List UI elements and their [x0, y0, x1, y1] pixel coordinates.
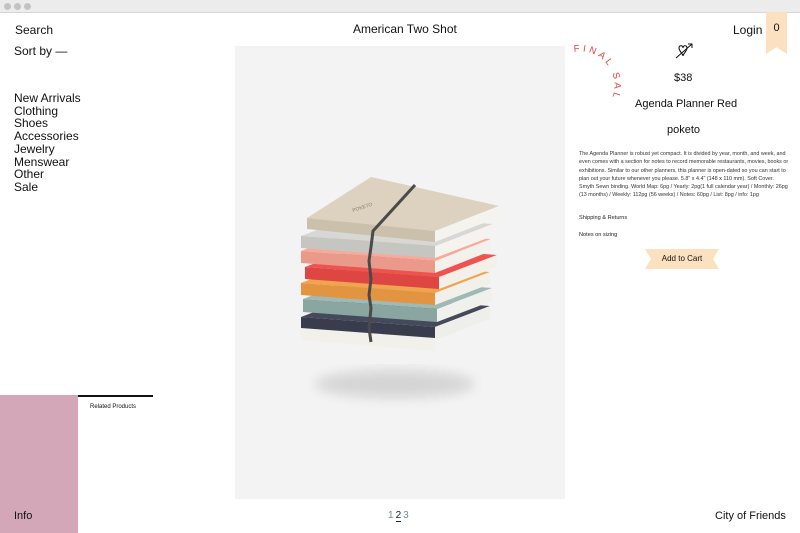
sizing-notes-link[interactable]: Notes on sizing	[579, 232, 617, 238]
close-window-dot[interactable]	[4, 3, 11, 10]
menu-item-accessories[interactable]: Accessories	[14, 130, 81, 143]
product-name: Agenda Planner Red	[635, 98, 738, 110]
category-menu: New Arrivals Clothing Shoes Accessories …	[14, 92, 81, 194]
product-description: The Agenda Planner is robust yet compact…	[579, 151, 789, 199]
menu-item-new-arrivals[interactable]: New Arrivals	[14, 92, 81, 105]
menu-item-sale[interactable]: Sale	[14, 181, 81, 194]
pagination: 123	[388, 510, 411, 522]
city-of-friends-link[interactable]: City of Friends	[715, 510, 786, 522]
zoom-window-dot[interactable]	[24, 3, 31, 10]
cart-count-badge[interactable]: 0	[766, 12, 787, 54]
final-sale-badge: FINAL SALE	[564, 40, 623, 102]
minimize-window-dot[interactable]	[14, 3, 21, 10]
window-titlebar	[0, 0, 800, 13]
sort-by-control[interactable]: Sort by —	[14, 44, 67, 58]
brand-title[interactable]: American Two Shot	[353, 22, 457, 36]
shipping-returns-link[interactable]: Shipping & Returns	[579, 215, 627, 221]
related-products-heading: Related Products	[90, 404, 137, 410]
wishlist-heart-arrow-icon[interactable]	[674, 42, 694, 60]
info-link[interactable]: Info	[14, 510, 32, 522]
planner-stack-illustration: POKETO	[301, 177, 499, 398]
page-3-link[interactable]: 3	[403, 510, 409, 521]
page-1-link[interactable]: 1	[388, 510, 394, 521]
add-to-cart-button[interactable]: Add to Cart	[645, 249, 719, 269]
page-2-link[interactable]: 2	[395, 510, 402, 522]
search-link[interactable]: Search	[15, 23, 53, 37]
svg-text:FINAL SALE: FINAL SALE	[564, 40, 623, 102]
info-panel[interactable]	[0, 395, 78, 533]
product-price: $38	[674, 72, 693, 84]
product-image[interactable]: POKETO	[235, 46, 565, 499]
menu-item-jewelry[interactable]: Jewelry	[14, 143, 81, 156]
product-vendor[interactable]: poketo	[667, 124, 700, 136]
login-link[interactable]: Login	[733, 23, 762, 37]
